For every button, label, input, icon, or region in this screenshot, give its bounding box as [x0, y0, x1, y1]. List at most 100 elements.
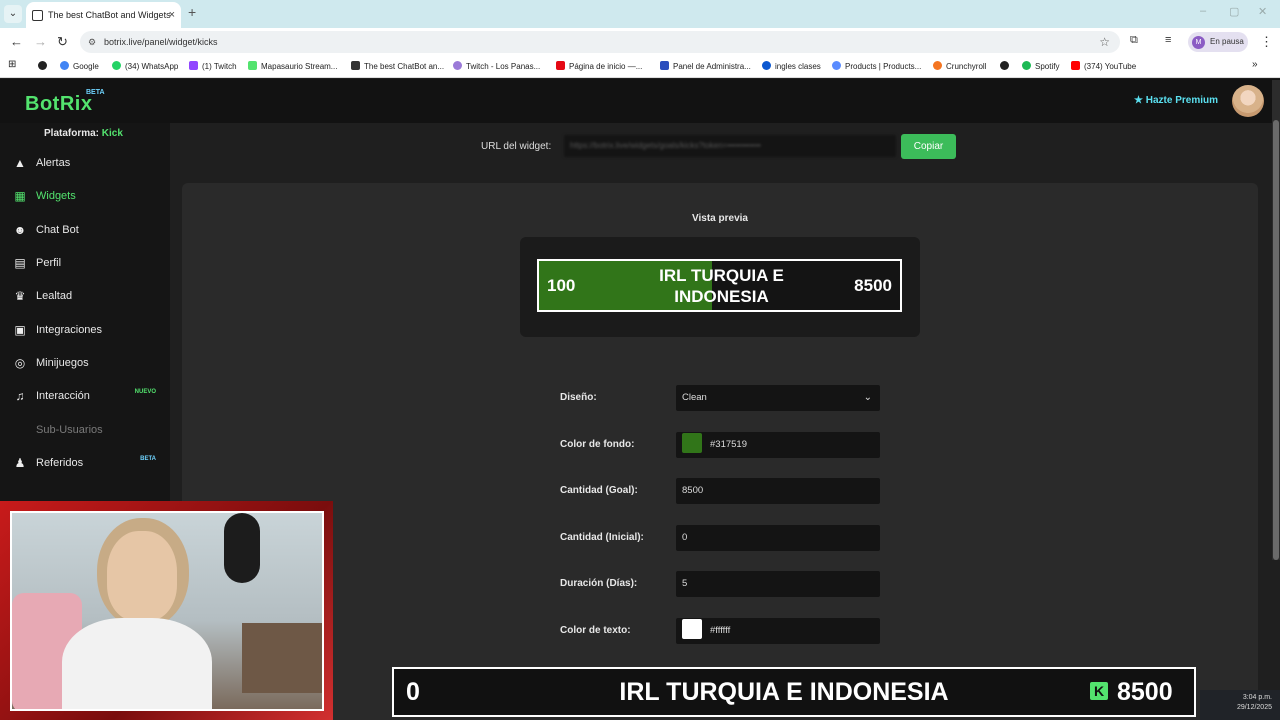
trophy-icon: ♛ [14, 289, 26, 303]
widget-settings-panel: Vista previa 100 IRL TURQUIA E INDONESIA… [182, 183, 1258, 720]
close-tab-icon[interactable]: × [169, 2, 175, 28]
bookmark-item[interactable]: Google [60, 61, 99, 71]
bookmark-item[interactable]: (34) WhatsApp [112, 61, 178, 71]
extensions-icon[interactable]: ⧉ [1130, 34, 1138, 47]
warning-icon: ▲ [14, 156, 26, 170]
streamer-face [107, 531, 177, 621]
scrollbar-thumb[interactable] [1273, 120, 1279, 560]
widget-url-field[interactable]: https://botrix.live/widgets/goals/kicks?… [564, 135, 896, 157]
initial-amount-input[interactable]: 0 [676, 525, 880, 551]
premium-label: Hazte Premium [1145, 95, 1218, 106]
address-bar[interactable]: ⚙ botrix.live/panel/widget/kicks ☆ [80, 31, 1120, 53]
star-icon: ★ [1134, 95, 1143, 106]
bg-color-field[interactable]: #317519 [676, 432, 880, 458]
bookmark-item[interactable]: Mapasaurio Stream... [248, 61, 337, 71]
text-color-field[interactable]: #ffffff [676, 618, 880, 644]
profile-status: En pausa [1210, 37, 1244, 46]
kick-logo-icon: K [1090, 682, 1108, 700]
taskbar-tray: 3:04 p.m. 29/12/2025 [1200, 690, 1280, 720]
new-tab-button[interactable]: + [188, 4, 196, 20]
widget-url-label: URL del widget: [481, 141, 552, 152]
botrix-logo[interactable]: BotRix [25, 93, 92, 116]
menu-icon[interactable]: ⋮ [1260, 34, 1273, 50]
gamepad-icon: ◎ [14, 356, 26, 370]
plug-icon: ▣ [14, 323, 26, 337]
user-avatar[interactable] [1232, 85, 1264, 117]
bookmark-item[interactable] [1000, 61, 1013, 71]
id-card-icon: ▤ [14, 256, 26, 270]
browser-tab[interactable]: The best ChatBot and Widgets × [26, 2, 181, 28]
bg-color-swatch[interactable] [682, 433, 702, 454]
goal-start-value: 100 [547, 276, 576, 295]
duration-input[interactable]: 5 [676, 571, 880, 597]
sidebar-item-interaccion[interactable]: ♫ Interacción NUEVO [12, 386, 162, 408]
bg-color-label: Color de fondo: [560, 439, 635, 450]
bookmark-item[interactable]: The best ChatBot an... [351, 61, 444, 71]
bookmark-item[interactable]: (374) YouTube [1071, 61, 1136, 71]
sidebar-item-integraciones[interactable]: ▣ Integraciones [12, 320, 162, 342]
stream-goal-end: 8500 [1117, 678, 1173, 706]
browser-toolbar: ← → ↻ ⚙ botrix.live/panel/widget/kicks ☆… [0, 28, 1280, 56]
goal-title: IRL TURQUIA E INDONESIA [659, 266, 784, 306]
bookmark-item[interactable]: Products | Products... [832, 61, 921, 71]
streamer-body [62, 618, 212, 709]
bookmark-item[interactable]: Panel de Administra... [660, 61, 751, 71]
address-url: botrix.live/panel/widget/kicks [104, 37, 218, 47]
bookmark-item[interactable]: (1) Twitch [189, 61, 237, 71]
robot-icon: ☻ [13, 223, 27, 237]
sidebar-item-alertas[interactable]: ▲ Alertas [12, 153, 162, 175]
media-icon[interactable]: ≡ [1165, 34, 1171, 46]
more-bookmarks-icon[interactable]: » [1252, 59, 1258, 70]
close-window-icon[interactable]: ✕ [1258, 5, 1267, 18]
chevron-down-icon: ⌄ [863, 392, 872, 403]
sidebar-item-widgets[interactable]: ▦ Widgets [12, 186, 162, 208]
design-select[interactable]: Clean ⌄ [676, 385, 880, 411]
sidebar-item-lealtad[interactable]: ♛ Lealtad [12, 286, 162, 308]
bookmark-item[interactable]: Crunchyroll [933, 61, 986, 71]
sidebar-item-referidos[interactable]: ♟ Referidos BETA [12, 453, 162, 475]
bookmark-item[interactable]: Twitch - Los Panas... [453, 61, 540, 71]
site-info-icon[interactable]: ⚙ [88, 31, 96, 53]
bookmark-item[interactable]: Spotify [1022, 61, 1059, 71]
bookmark-item[interactable] [38, 61, 51, 71]
preview-title: Vista previa [692, 213, 748, 224]
initial-amount-label: Cantidad (Inicial): [560, 532, 644, 543]
bookmark-item[interactable]: ingles clases [762, 61, 821, 71]
taskbar-clock[interactable]: 3:04 p.m. 29/12/2025 [1237, 693, 1272, 713]
goal-amount-input[interactable]: 8500 [676, 478, 880, 504]
beta-badge: BETA [140, 456, 156, 462]
goal-end-value: 8500 [854, 276, 892, 295]
minimize-icon[interactable]: – [1200, 5, 1206, 17]
webcam-overlay-frame [0, 501, 333, 720]
reload-icon[interactable]: ↻ [57, 34, 68, 50]
music-icon: ♫ [15, 389, 25, 403]
microphone [224, 513, 260, 583]
botrix-favicon-icon [32, 10, 43, 21]
restore-icon[interactable]: ▢ [1229, 5, 1239, 18]
platform-indicator: Plataforma: Kick [44, 128, 123, 139]
premium-button[interactable]: ★ Hazte Premium [1134, 95, 1218, 106]
tab-search-button[interactable]: ⌄ [4, 5, 22, 23]
goal-amount-label: Cantidad (Goal): [560, 485, 638, 496]
apps-grid-icon[interactable]: ⊞ [8, 59, 16, 70]
grid-icon: ▦ [14, 189, 26, 203]
bookmark-item[interactable]: Página de inicio —... [556, 61, 642, 71]
platform-value: Kick [101, 128, 123, 139]
sidebar-item-minijuegos[interactable]: ◎ Minijuegos [12, 353, 162, 375]
text-color-swatch[interactable] [682, 619, 702, 640]
preview-container: 100 IRL TURQUIA E INDONESIA 8500 [520, 237, 920, 337]
profile-button[interactable]: M En pausa [1188, 32, 1248, 52]
goal-bar-preview: 100 IRL TURQUIA E INDONESIA 8500 [537, 259, 902, 312]
bookmark-star-icon[interactable]: ☆ [1099, 31, 1110, 53]
sidebar-item-chat-bot[interactable]: ☻ Chat Bot [12, 220, 162, 242]
browser-tabstrip: ⌄ The best ChatBot and Widgets × + – ▢ ✕ [0, 0, 1280, 28]
sidebar-item-sub-usuarios[interactable]: Sub-Usuarios [12, 420, 162, 442]
duration-label: Duración (Días): [560, 578, 638, 589]
users-icon: ♟ [14, 456, 26, 470]
stream-goal-title: IRL TURQUIA E INDONESIA [619, 678, 949, 706]
back-icon[interactable]: ← [10, 34, 23, 49]
forward-icon[interactable]: → [34, 34, 47, 49]
sidebar-item-perfil[interactable]: ▤ Perfil [12, 253, 162, 275]
design-label: Diseño: [560, 392, 597, 403]
copy-button[interactable]: Copiar [901, 134, 956, 159]
